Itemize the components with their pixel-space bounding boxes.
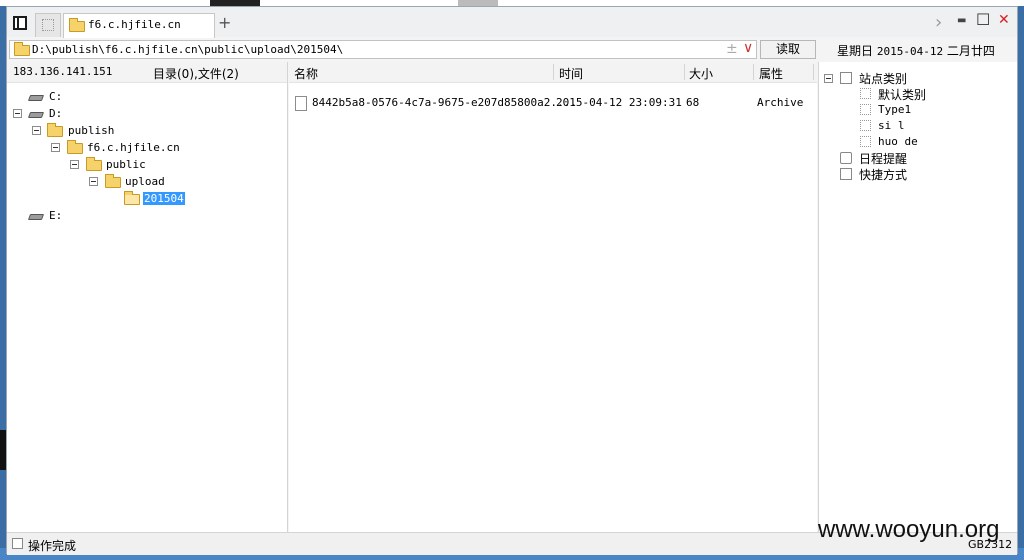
file-list-panel: 名称 时间 大小 属性 8442b5a8-0576-4c7a-9675-e207… bbox=[289, 62, 817, 532]
status-text: 操作完成 bbox=[28, 539, 77, 553]
category-item-icon bbox=[860, 120, 871, 131]
table-row[interactable]: 8442b5a8-0576-4c7a-9675-e207d85800a2....… bbox=[289, 90, 817, 118]
tree-item-c[interactable]: C: bbox=[49, 90, 62, 103]
read-button[interactable]: 读取 bbox=[760, 40, 816, 59]
weekday: 星期日 bbox=[837, 44, 874, 58]
chevron-right-icon[interactable]: › bbox=[935, 12, 942, 33]
collapse-toggle[interactable] bbox=[70, 160, 79, 169]
column-divider[interactable] bbox=[813, 64, 814, 80]
drive-icon bbox=[27, 95, 45, 101]
tree-item-upload[interactable]: upload bbox=[125, 175, 165, 188]
folder-icon bbox=[105, 174, 121, 188]
collapse-toggle[interactable] bbox=[824, 74, 833, 83]
file-list-header: 名称 时间 大小 属性 bbox=[289, 62, 817, 83]
shortcuts[interactable]: 快捷方式 bbox=[859, 166, 907, 183]
site-category-label[interactable]: 站点类别 bbox=[859, 70, 907, 87]
category-item-icon bbox=[860, 136, 871, 147]
collapse-toggle[interactable] bbox=[13, 109, 22, 118]
new-tab-button[interactable]: + bbox=[218, 13, 231, 32]
tree-item-d[interactable]: D: bbox=[49, 107, 62, 120]
folder-icon bbox=[67, 140, 83, 154]
address-bar: D:\publish\f6.c.hjfile.cn\public\upload\… bbox=[7, 38, 1017, 62]
folder-icon bbox=[47, 123, 63, 137]
chevron-down-icon[interactable]: ∨ bbox=[743, 40, 753, 56]
file-size: 68 bbox=[686, 96, 700, 109]
path-text: D:\publish\f6.c.hjfile.cn\public\upload\… bbox=[32, 43, 344, 56]
tree-item-201504[interactable]: 201504 bbox=[143, 192, 185, 205]
site-panel: 站点类别 默认类别 Type1 si l huo de 日程提醒 快捷方式 bbox=[818, 62, 1017, 532]
category-sil[interactable]: si l bbox=[878, 119, 905, 132]
category-item-icon bbox=[860, 88, 871, 99]
file-attr: Archive bbox=[757, 96, 804, 109]
path-input[interactable]: D:\publish\f6.c.hjfile.cn\public\upload\… bbox=[9, 40, 757, 59]
column-divider[interactable] bbox=[553, 64, 554, 80]
category-huode[interactable]: huo de bbox=[878, 135, 918, 148]
server-ip: 183.136.141.151 bbox=[13, 65, 113, 78]
tab-label: f6.c.hjfile.cn bbox=[88, 18, 181, 31]
dir-file-summary: 目录(0),文件(2) bbox=[153, 67, 239, 81]
category-type1[interactable]: Type1 bbox=[878, 103, 911, 116]
column-divider[interactable] bbox=[753, 64, 754, 80]
column-divider[interactable] bbox=[684, 64, 685, 80]
folder-open-icon bbox=[124, 191, 140, 205]
directory-tree-panel: 183.136.141.151 目录(0),文件(2) C: D: publis… bbox=[7, 62, 288, 532]
date-display: 星期日 2015-04-12 二月廿四 bbox=[837, 42, 995, 59]
column-size[interactable]: 大小 bbox=[689, 65, 713, 82]
file-time: 2015-04-12 23:09:31 bbox=[556, 96, 682, 109]
shortcut-icon bbox=[840, 168, 852, 180]
lunar-date: 二月廿四 bbox=[946, 44, 995, 58]
folder-icon bbox=[69, 18, 85, 32]
minimize-button[interactable]: ▬ bbox=[957, 15, 966, 26]
collapse-toggle[interactable] bbox=[51, 143, 60, 152]
column-name[interactable]: 名称 bbox=[294, 65, 318, 82]
maximize-button[interactable]: ☐ bbox=[976, 10, 990, 29]
category-icon bbox=[840, 72, 852, 84]
close-button[interactable]: ✕ bbox=[998, 12, 1010, 28]
file-manager-window: f6.c.hjfile.cn + › ▬ ☐ ✕ D:\publish\f6.c… bbox=[6, 6, 1018, 555]
tree-item-publish[interactable]: publish bbox=[68, 124, 114, 137]
panel-toggle-icon[interactable] bbox=[13, 16, 27, 30]
tree-header: 183.136.141.151 目录(0),文件(2) bbox=[7, 62, 287, 83]
status-icon bbox=[12, 538, 23, 549]
tree-item-e[interactable]: E: bbox=[49, 209, 62, 222]
category-default[interactable]: 默认类别 bbox=[878, 86, 926, 103]
collapse-toggle[interactable] bbox=[32, 126, 41, 135]
tab-active[interactable]: f6.c.hjfile.cn bbox=[63, 13, 215, 38]
folder-icon bbox=[14, 42, 30, 56]
file-name: 8442b5a8-0576-4c7a-9675-e207d85800a2.... bbox=[312, 96, 577, 109]
folder-icon bbox=[86, 157, 102, 171]
column-attr[interactable]: 属性 bbox=[759, 65, 783, 82]
schedule-reminder[interactable]: 日程提醒 bbox=[859, 150, 907, 167]
collapse-toggle[interactable] bbox=[89, 177, 98, 186]
favorite-icon[interactable]: ± bbox=[726, 41, 738, 57]
tree-item-site[interactable]: f6.c.hjfile.cn bbox=[87, 141, 180, 154]
watermark: www.wooyun.org bbox=[818, 516, 1000, 543]
column-time[interactable]: 时间 bbox=[559, 65, 583, 82]
drive-icon bbox=[27, 214, 45, 220]
title-bar: f6.c.hjfile.cn + › ▬ ☐ ✕ bbox=[7, 7, 1017, 38]
category-item-icon bbox=[860, 104, 871, 115]
drive-icon bbox=[27, 112, 45, 118]
calendar-icon bbox=[840, 152, 852, 164]
tree-item-public[interactable]: public bbox=[106, 158, 146, 171]
tab-blank[interactable] bbox=[35, 13, 61, 37]
file-icon bbox=[295, 96, 307, 111]
date: 2015-04-12 bbox=[876, 45, 944, 58]
